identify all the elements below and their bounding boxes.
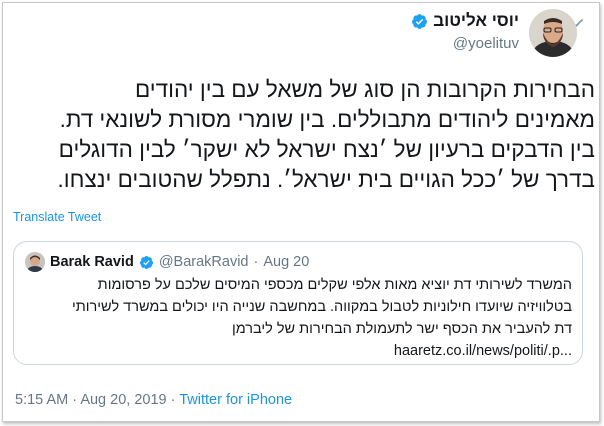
verified-badge-icon [139,255,153,269]
author-avatar[interactable] [529,9,577,57]
tweet-line: בדרך של ׳ככל הגויים בית ישראל׳. נתפלל שה… [57,167,595,192]
tweet-line: מאמינים ליהודים מתבוללים. בין שומרי מסור… [59,107,595,132]
tweet-line: בין הדבקים ברעיון של ׳נצח ישראל לא ישקר׳… [58,137,595,162]
tweet-footer: 5:15 AM · Aug 20, 2019 · Twitter for iPh… [15,392,292,408]
tweet-card: יוסי אליטוב @yoelituv הבחירות הקרובות הן… [2,2,600,422]
quoted-author-name[interactable]: Barak Ravid [50,254,134,270]
quoted-author-avatar[interactable] [25,252,45,272]
tweet-date[interactable]: Aug 20, 2019 [80,392,166,408]
quoted-separator: · [253,254,259,270]
translate-tweet-link[interactable]: Translate Tweet [13,210,101,224]
tweet-text: הבחירות הקרובות הן סוג של משאל עם בין יה… [13,75,595,195]
footer-separator: · [170,392,176,408]
quoted-line: המשרד לשירותי דת יוציא מאות אלפי שקלים מ… [97,277,572,293]
quoted-date: Aug 20 [263,254,310,270]
author-handle[interactable]: @yoelituv [411,35,519,52]
quoted-line: בטלוויזיה שיועדו חילוניות לטבול במקווה. … [71,299,572,315]
quoted-line: דת להעביר את הכסף ישר לתעמולת הבחירות של… [231,321,572,337]
quoted-tweet-header: Barak Ravid @BarakRavid · Aug 20 [25,252,309,272]
quoted-link[interactable]: haaretz.co.il/news/politi/.p... [24,340,572,362]
quoted-tweet[interactable]: Barak Ravid @BarakRavid · Aug 20 המשרד ל… [13,241,583,365]
quoted-author-handle: @BarakRavid [158,254,249,270]
author-name[interactable]: יוסי אליטוב [433,11,519,31]
quoted-tweet-text: המשרד לשירותי דת יוציא מאות אלפי שקלים מ… [24,274,572,362]
footer-separator: · [72,392,78,408]
tweet-time[interactable]: 5:15 AM [15,392,68,408]
author-block: יוסי אליטוב @yoelituv [411,11,519,52]
verified-badge-icon [412,13,428,29]
source-app-link[interactable]: Twitter for iPhone [179,392,292,408]
tweet-line: הבחירות הקרובות הן סוג של משאל עם בין יה… [135,77,595,102]
